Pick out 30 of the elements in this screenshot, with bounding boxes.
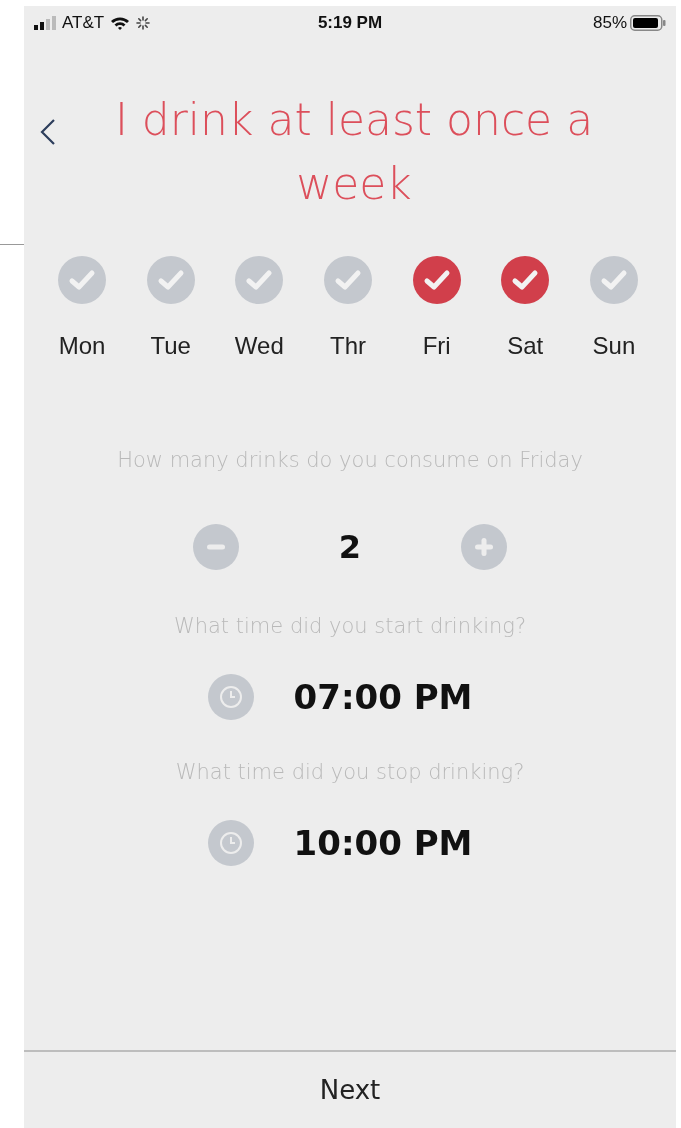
minus-icon[interactable] [193,524,239,570]
signal-icon [34,16,56,30]
day-checkbox[interactable] [323,256,372,304]
day-checkbox[interactable] [235,256,284,304]
day-label: Wed [234,332,284,360]
clock-icon[interactable] [207,820,254,866]
plus-icon[interactable] [461,524,507,570]
carrier-name: AT&T [62,13,105,33]
day-label: Mon [58,332,106,360]
day-label: Tue [150,332,191,360]
drink-count: 2 [337,528,363,566]
day-label: Sat [507,332,544,360]
day-label: Thr [329,332,366,360]
day-checkbox[interactable] [589,256,638,304]
clock-icon[interactable] [207,674,254,720]
clock-time: 5:19 PM [317,13,383,33]
wifi-icon [110,16,131,30]
back-icon[interactable] [40,118,56,146]
day-checkbox[interactable] [412,256,461,304]
day-label: Fri [422,332,451,360]
day-checkbox[interactable] [58,256,106,304]
battery-icon [630,15,666,31]
time-value[interactable]: 10:00 PM [293,823,473,863]
day-label: Sun [592,332,636,360]
time-value[interactable]: 07:00 PM [293,677,473,717]
day-checkbox[interactable] [501,256,550,304]
activity-icon [136,16,151,30]
day-checkbox[interactable] [146,256,195,304]
page-title: I drink at least once a week [113,93,595,211]
battery-percent: 85% [592,13,627,33]
